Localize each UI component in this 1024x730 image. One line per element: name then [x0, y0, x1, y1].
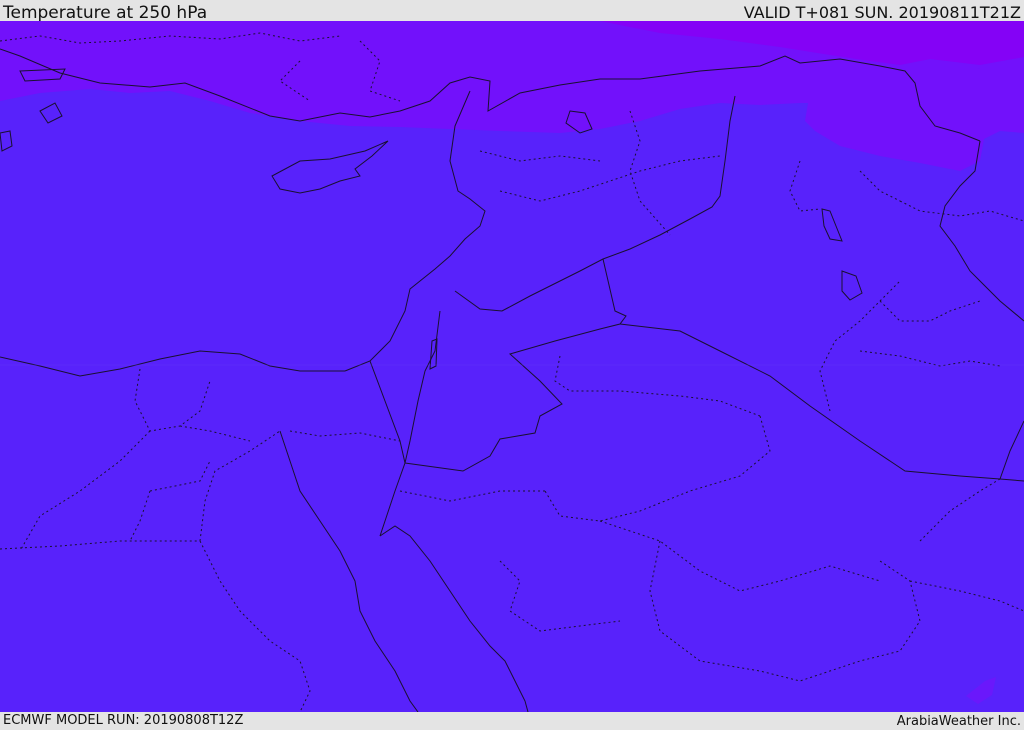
footer-bar: ECMWF MODEL RUN: 20190808T12Z ArabiaWeat…: [0, 712, 1024, 729]
credit-label: ArabiaWeather Inc.: [896, 714, 1021, 729]
map-title: Temperature at 250 hPa: [3, 3, 208, 23]
model-run-label: ECMWF MODEL RUN: 20190808T12Z: [3, 713, 244, 728]
valid-time: VALID T+081 SUN. 20190811T21Z: [743, 3, 1021, 22]
weather-map: [0, 21, 1024, 712]
header-bar: Temperature at 250 hPa VALID T+081 SUN. …: [0, 0, 1024, 23]
